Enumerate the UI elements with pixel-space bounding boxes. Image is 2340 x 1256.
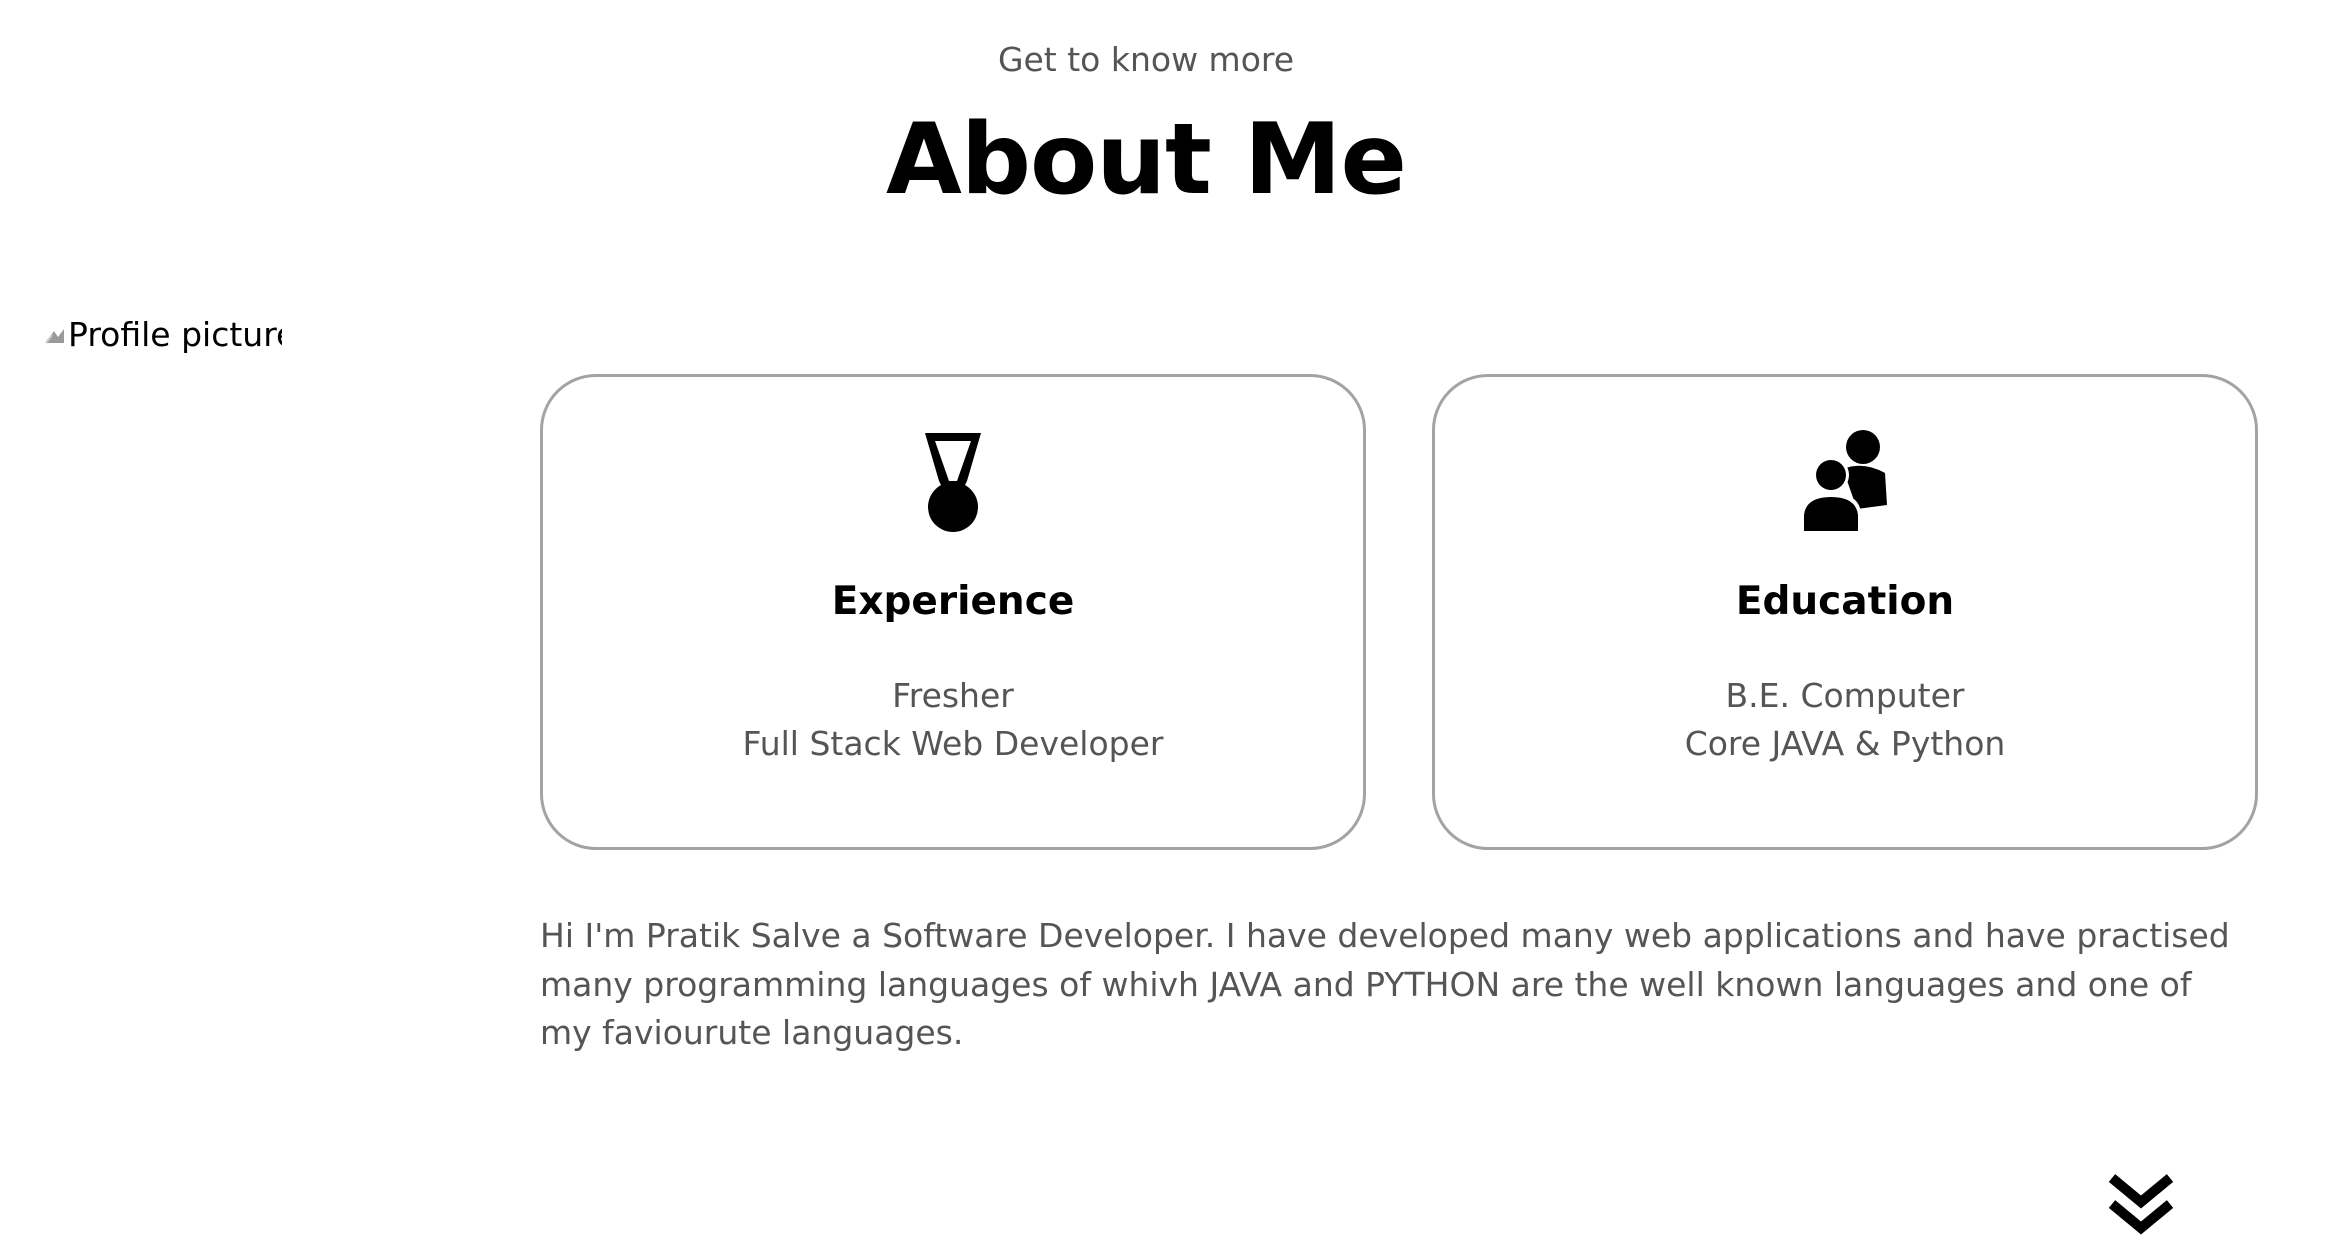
experience-level: Fresher — [892, 676, 1014, 715]
experience-card: Experience Fresher Full Stack Web Develo… — [540, 374, 1366, 850]
profile-picture-alt-text: Profile picture — [68, 314, 282, 354]
education-degree: B.E. Computer — [1725, 676, 1965, 715]
section-subtitle: Get to know more — [997, 40, 1295, 79]
medal-icon — [925, 433, 981, 532]
broken-image-icon — [45, 329, 64, 344]
education-skills: Core JAVA & Python — [1684, 724, 2006, 763]
about-description: Hi I'm Pratik Salve a Software Developer… — [540, 916, 2230, 1052]
education-card: Education B.E. Computer Core JAVA & Pyth… — [1432, 374, 2258, 850]
education-heading: Education — [1735, 579, 1955, 624]
users-icon — [1801, 430, 1887, 533]
double-chevron-down-icon — [2108, 1174, 2174, 1235]
experience-heading: Experience — [831, 579, 1075, 624]
profile-picture: Profile picture — [44, 312, 282, 356]
section-title: About Me — [885, 103, 1407, 217]
scroll-down-button[interactable] — [2108, 1172, 2174, 1238]
experience-role: Full Stack Web Developer — [742, 724, 1164, 763]
about-section: Get to know more About Me Profile pictur… — [0, 0, 2340, 1256]
